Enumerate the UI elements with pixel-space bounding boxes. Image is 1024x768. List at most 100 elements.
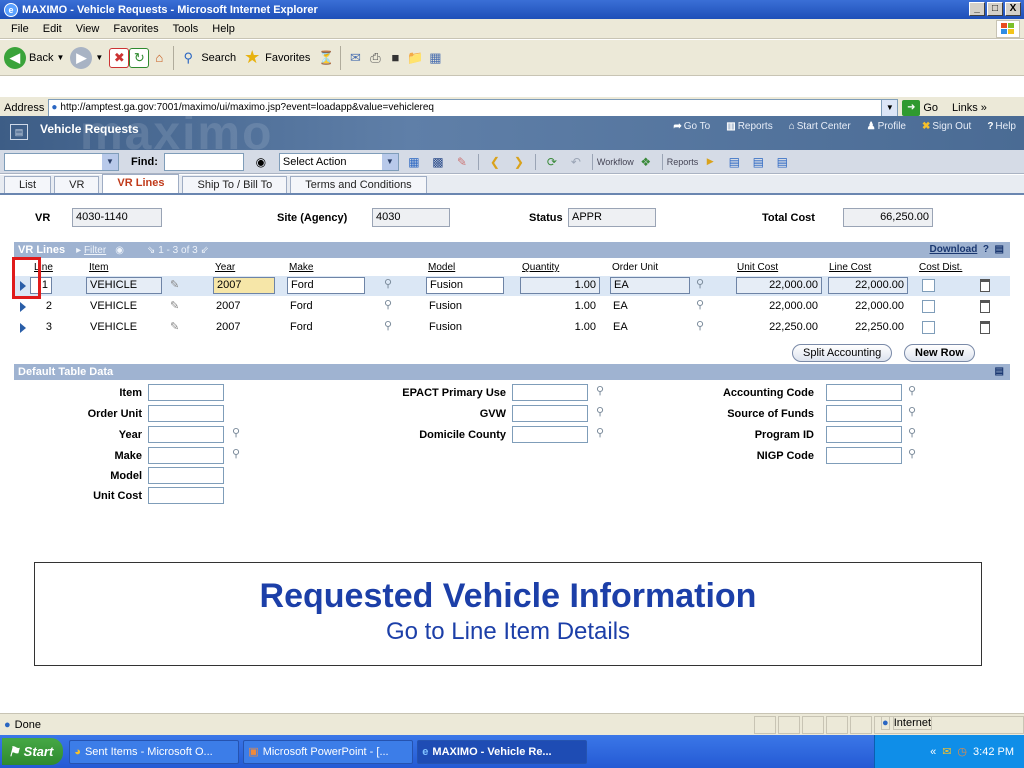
profile-link[interactable]: ♟ Profile xyxy=(867,121,906,132)
col-year[interactable]: Year xyxy=(215,262,235,273)
search-button[interactable]: ⚲ Search xyxy=(178,48,237,68)
col-model[interactable]: Model xyxy=(428,262,455,273)
status-field[interactable]: APPR xyxy=(568,208,656,227)
dtd-model-input[interactable] xyxy=(148,467,224,484)
order-unit-field[interactable]: EA xyxy=(610,277,690,294)
forward-button[interactable]: ▶ ▼ xyxy=(70,46,103,69)
print-icon[interactable]: ⎙ xyxy=(365,48,385,68)
report-icon[interactable]: ▤ xyxy=(773,153,791,171)
lookup-icon[interactable]: ⚲ xyxy=(232,426,240,439)
tab-terms-and-conditions[interactable]: Terms and Conditions xyxy=(290,176,427,193)
menu-tools[interactable]: Tools xyxy=(166,23,206,35)
tab-list[interactable]: List xyxy=(4,176,52,193)
menu-view[interactable]: View xyxy=(69,23,107,35)
start-button[interactable]: ⚑ Start xyxy=(2,738,64,765)
table-row[interactable]: 1 VEHICLE ✎ 2007 Ford ⚲ Fusion 1.00 EA ⚲… xyxy=(14,276,1010,296)
lookup-icon[interactable]: ⚲ xyxy=(908,426,916,439)
lookup-icon[interactable]: ⚲ xyxy=(696,319,704,332)
menu-favorites[interactable]: Favorites xyxy=(106,23,165,35)
clock-icon[interactable]: ◷ xyxy=(957,745,967,758)
trash-icon[interactable] xyxy=(980,300,990,313)
pencil-icon[interactable]: ✎ xyxy=(170,320,179,333)
quantity-field[interactable]: 1.00 xyxy=(520,277,600,294)
col-unit-cost[interactable]: Unit Cost xyxy=(737,262,778,273)
tab-ship-to-bill-to[interactable]: Ship To / Bill To xyxy=(182,176,288,193)
pencil-icon[interactable]: ✎ xyxy=(170,278,179,291)
lookup-icon[interactable]: ⚲ xyxy=(232,447,240,460)
row-expand-icon[interactable] xyxy=(20,302,26,312)
table-row[interactable]: 3 VEHICLE ✎ 2007 Ford ⚲ Fusion 1.00 EA ⚲… xyxy=(14,318,1010,338)
lookup-icon[interactable]: ⚲ xyxy=(908,447,916,460)
lookup-icon[interactable]: ⚲ xyxy=(596,405,604,418)
tab-vr-lines[interactable]: VR Lines xyxy=(102,174,180,193)
previous-record-icon[interactable]: ❮ xyxy=(486,153,504,171)
dtd-source-funds-input[interactable] xyxy=(826,405,902,422)
split-accounting-button[interactable]: Split Accounting xyxy=(792,344,893,362)
dtd-nigp-input[interactable] xyxy=(826,447,902,464)
dtd-program-id-input[interactable] xyxy=(826,426,902,443)
next-record-icon[interactable]: ❯ xyxy=(510,153,528,171)
dtd-gvw-input[interactable] xyxy=(512,405,588,422)
menu-edit[interactable]: Edit xyxy=(36,23,69,35)
folder-icon[interactable]: 📁 xyxy=(405,48,425,68)
lookup-icon[interactable]: ⚲ xyxy=(384,277,392,290)
lookup-icon[interactable]: ⚲ xyxy=(384,319,392,332)
reports-link[interactable]: ▥ Reports xyxy=(726,121,772,132)
dtd-make-input[interactable] xyxy=(148,447,224,464)
dtd-domicile-input[interactable] xyxy=(512,426,588,443)
start-center-link[interactable]: ⌂ Start Center xyxy=(789,121,851,132)
year-field[interactable]: 2007 xyxy=(213,277,275,294)
cost-dist-checkbox[interactable] xyxy=(922,279,935,292)
site-field[interactable]: 4030 xyxy=(372,208,450,227)
trash-icon[interactable] xyxy=(980,279,990,292)
cost-dist-checkbox[interactable] xyxy=(922,321,935,334)
dtd-item-input[interactable] xyxy=(148,384,224,401)
clear-icon[interactable]: ✎ xyxy=(453,153,471,171)
lookup-icon[interactable]: ⚲ xyxy=(596,426,604,439)
messenger-icon[interactable]: ▦ xyxy=(425,48,445,68)
find-input[interactable] xyxy=(163,152,244,171)
query-select[interactable]: ▼ xyxy=(4,152,119,171)
col-line-cost[interactable]: Line Cost xyxy=(829,262,871,273)
filter-link[interactable]: ▸ Filter xyxy=(76,245,106,256)
goto-link[interactable]: ➦ Go To xyxy=(673,121,710,132)
workflow-icon[interactable]: ❖ xyxy=(637,153,655,171)
history-icon[interactable]: ⏳ xyxy=(316,48,336,68)
show-icons-button[interactable]: « xyxy=(930,746,936,758)
mail-icon[interactable]: ✉ xyxy=(942,745,951,758)
menu-help[interactable]: Help xyxy=(205,23,242,35)
minimize-button[interactable]: _ xyxy=(969,2,985,16)
model-field[interactable]: Fusion xyxy=(426,277,504,294)
col-make[interactable]: Make xyxy=(289,262,313,273)
go-button[interactable]: ➜ Go xyxy=(902,99,938,116)
pencil-icon[interactable]: ✎ xyxy=(170,299,179,312)
dtd-epact-input[interactable] xyxy=(512,384,588,401)
route-workflow-icon[interactable]: ⟳ xyxy=(543,153,561,171)
signout-link[interactable]: ✖ Sign Out xyxy=(922,121,971,132)
cost-dist-checkbox[interactable] xyxy=(922,300,935,313)
undo-icon[interactable]: ↶ xyxy=(567,153,585,171)
binoculars-icon[interactable]: ◉ xyxy=(115,245,124,256)
mail-icon[interactable]: ✉ xyxy=(345,48,365,68)
report-icon[interactable]: ▤ xyxy=(749,153,767,171)
new-record-icon[interactable]: ▦ xyxy=(405,153,423,171)
lookup-icon[interactable]: ⚲ xyxy=(384,298,392,311)
vr-field[interactable]: 4030-1140 xyxy=(72,208,162,227)
taskbar-item-powerpoint[interactable]: ▣ Microsoft PowerPoint - [... xyxy=(243,739,414,764)
lookup-icon[interactable]: ⚲ xyxy=(596,384,604,397)
dtd-accounting-code-input[interactable] xyxy=(826,384,902,401)
tab-vr[interactable]: VR xyxy=(54,176,100,193)
report-icon[interactable]: ▤ xyxy=(725,153,743,171)
lookup-icon[interactable]: ⚲ xyxy=(908,384,916,397)
dtd-year-input[interactable] xyxy=(148,426,224,443)
new-row-button[interactable]: New Row xyxy=(904,344,975,362)
lookup-icon[interactable]: ⚲ xyxy=(696,298,704,311)
lookup-icon[interactable]: ⚲ xyxy=(696,277,704,290)
lookup-icon[interactable]: ⚲ xyxy=(908,405,916,418)
favorites-button[interactable]: ★ Favorites xyxy=(242,47,310,68)
save-icon[interactable]: ▩ xyxy=(429,153,447,171)
row-expand-icon[interactable] xyxy=(20,323,26,333)
dtd-order-unit-input[interactable] xyxy=(148,405,224,422)
table-row[interactable]: 2 VEHICLE ✎ 2007 Ford ⚲ Fusion 1.00 EA ⚲… xyxy=(14,297,1010,317)
links-button[interactable]: Links » xyxy=(952,102,987,114)
